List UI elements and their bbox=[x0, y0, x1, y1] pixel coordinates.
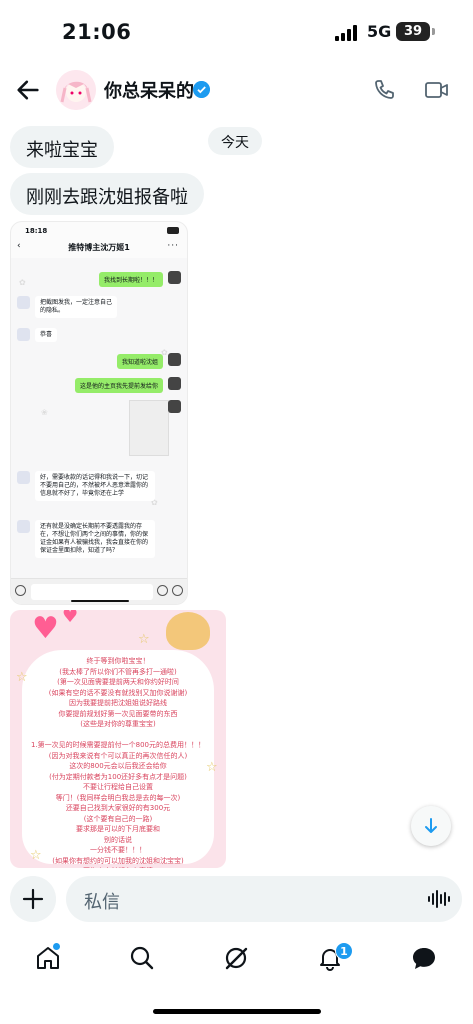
screenshot-avatar bbox=[168, 400, 181, 413]
search-icon[interactable] bbox=[128, 944, 156, 972]
chat-title[interactable]: 你总呆呆的 bbox=[104, 77, 194, 103]
screenshot-time: 18:18 bbox=[25, 227, 48, 235]
screenshot-avatar bbox=[17, 296, 30, 309]
notification-badge: 1 bbox=[335, 942, 353, 960]
screenshot-voice-icon bbox=[15, 585, 26, 596]
home-unread-dot bbox=[53, 943, 60, 950]
message-bubble[interactable]: 来啦宝宝 bbox=[10, 126, 114, 168]
screenshot-profile-thumbnail bbox=[129, 400, 169, 456]
screenshot-message: 恭喜 bbox=[35, 328, 58, 343]
screenshot-message: 好，需要收款的话记得和我说一下，切记不要用自己的，不然被坏人恶意泄露你的信息就不… bbox=[35, 471, 155, 502]
screenshot-status-bar: 18:18 bbox=[11, 222, 187, 239]
screenshot-message: 我找到长期啦！！！ bbox=[98, 272, 163, 287]
avatar[interactable] bbox=[56, 70, 96, 110]
star-icon: ☆ bbox=[206, 760, 218, 775]
screenshot-avatar bbox=[168, 353, 181, 366]
status-time: 21:06 bbox=[62, 20, 132, 44]
screenshot-plus-icon bbox=[172, 585, 183, 596]
notice-text: 终于等到你啦宝宝！ (我太棒了所以你们不管再多打一通啦) (第一次见面需要提前两… bbox=[30, 657, 206, 868]
voice-message-icon[interactable] bbox=[426, 887, 450, 911]
message-composer: 私信 bbox=[0, 868, 473, 930]
video-call-icon[interactable] bbox=[424, 78, 450, 102]
phone-icon[interactable] bbox=[372, 78, 396, 102]
screenshot-message: 把截图发我，一定注意自己的隐私。 bbox=[35, 296, 117, 319]
network-type: 5G bbox=[367, 22, 392, 41]
screenshot-avatar bbox=[17, 328, 30, 341]
screenshot-emoji-icon bbox=[157, 585, 168, 596]
screenshot-avatar bbox=[17, 471, 30, 484]
screenshot-message: 这是他的主页我先提前发给你 bbox=[74, 378, 163, 393]
message-input-placeholder[interactable]: 私信 bbox=[84, 888, 120, 914]
heart-icon: ♥ bbox=[62, 610, 79, 627]
star-icon: ☆ bbox=[138, 632, 150, 647]
screenshot-input-bar bbox=[11, 578, 187, 604]
battery-icon: 39 bbox=[396, 22, 430, 41]
screenshot-chat-body: ✿ ✿ ❀ ✿ 我找到长期啦！！！ 把截图发我，一定注意自己的隐私。 恭喜 我知… bbox=[11, 258, 187, 580]
screenshot-battery-icon bbox=[167, 227, 179, 234]
star-icon: ☆ bbox=[30, 848, 42, 863]
signal-icon bbox=[335, 25, 359, 41]
battery-tip bbox=[432, 28, 435, 35]
heart-icon: ♥ bbox=[32, 611, 59, 646]
bottom-tab-bar bbox=[0, 934, 473, 990]
star-icon: ☆ bbox=[16, 670, 28, 685]
screenshot-message: 还有就是没确定长期前不要透露我的存在，不想让你们两个之间的事情，你的保证金如果有… bbox=[35, 520, 155, 559]
chat-header: 你总呆呆的 bbox=[0, 62, 473, 118]
message-input-field[interactable] bbox=[66, 876, 462, 922]
screenshot-avatar bbox=[17, 520, 30, 533]
screenshot-chat-title: 推特博主沈万姬1 bbox=[68, 243, 130, 252]
date-separator: 今天 bbox=[208, 127, 262, 155]
back-arrow-icon[interactable] bbox=[14, 76, 42, 104]
screenshot-avatar bbox=[168, 271, 181, 284]
grok-icon[interactable] bbox=[222, 944, 250, 972]
screenshot-avatar bbox=[168, 377, 181, 390]
status-bar: 21:06 5G 39 bbox=[0, 0, 473, 62]
messages-icon[interactable] bbox=[410, 944, 438, 972]
home-indicator bbox=[153, 1009, 321, 1014]
screenshot-more-icon: ··· bbox=[167, 241, 179, 251]
image-message-screenshot[interactable]: 18:18 ‹ 推特博主沈万姬1 ··· ✿ ✿ ❀ ✿ 我找到长期啦！！！ 把… bbox=[10, 221, 188, 605]
message-bubble[interactable]: 刚刚去跟沈姐报备啦 bbox=[10, 173, 204, 215]
add-media-button[interactable] bbox=[10, 876, 56, 922]
pudding-sticker-icon bbox=[166, 612, 210, 650]
screenshot-message: 我知道啦沈姐 bbox=[116, 354, 163, 369]
screenshot-input-field bbox=[31, 584, 153, 600]
pattern-decoration: ❀ bbox=[41, 408, 48, 417]
scroll-down-button[interactable] bbox=[411, 806, 451, 846]
screenshot-home-indicator bbox=[71, 600, 129, 602]
pattern-decoration: ✿ bbox=[19, 278, 26, 287]
verified-badge-icon bbox=[193, 81, 210, 98]
